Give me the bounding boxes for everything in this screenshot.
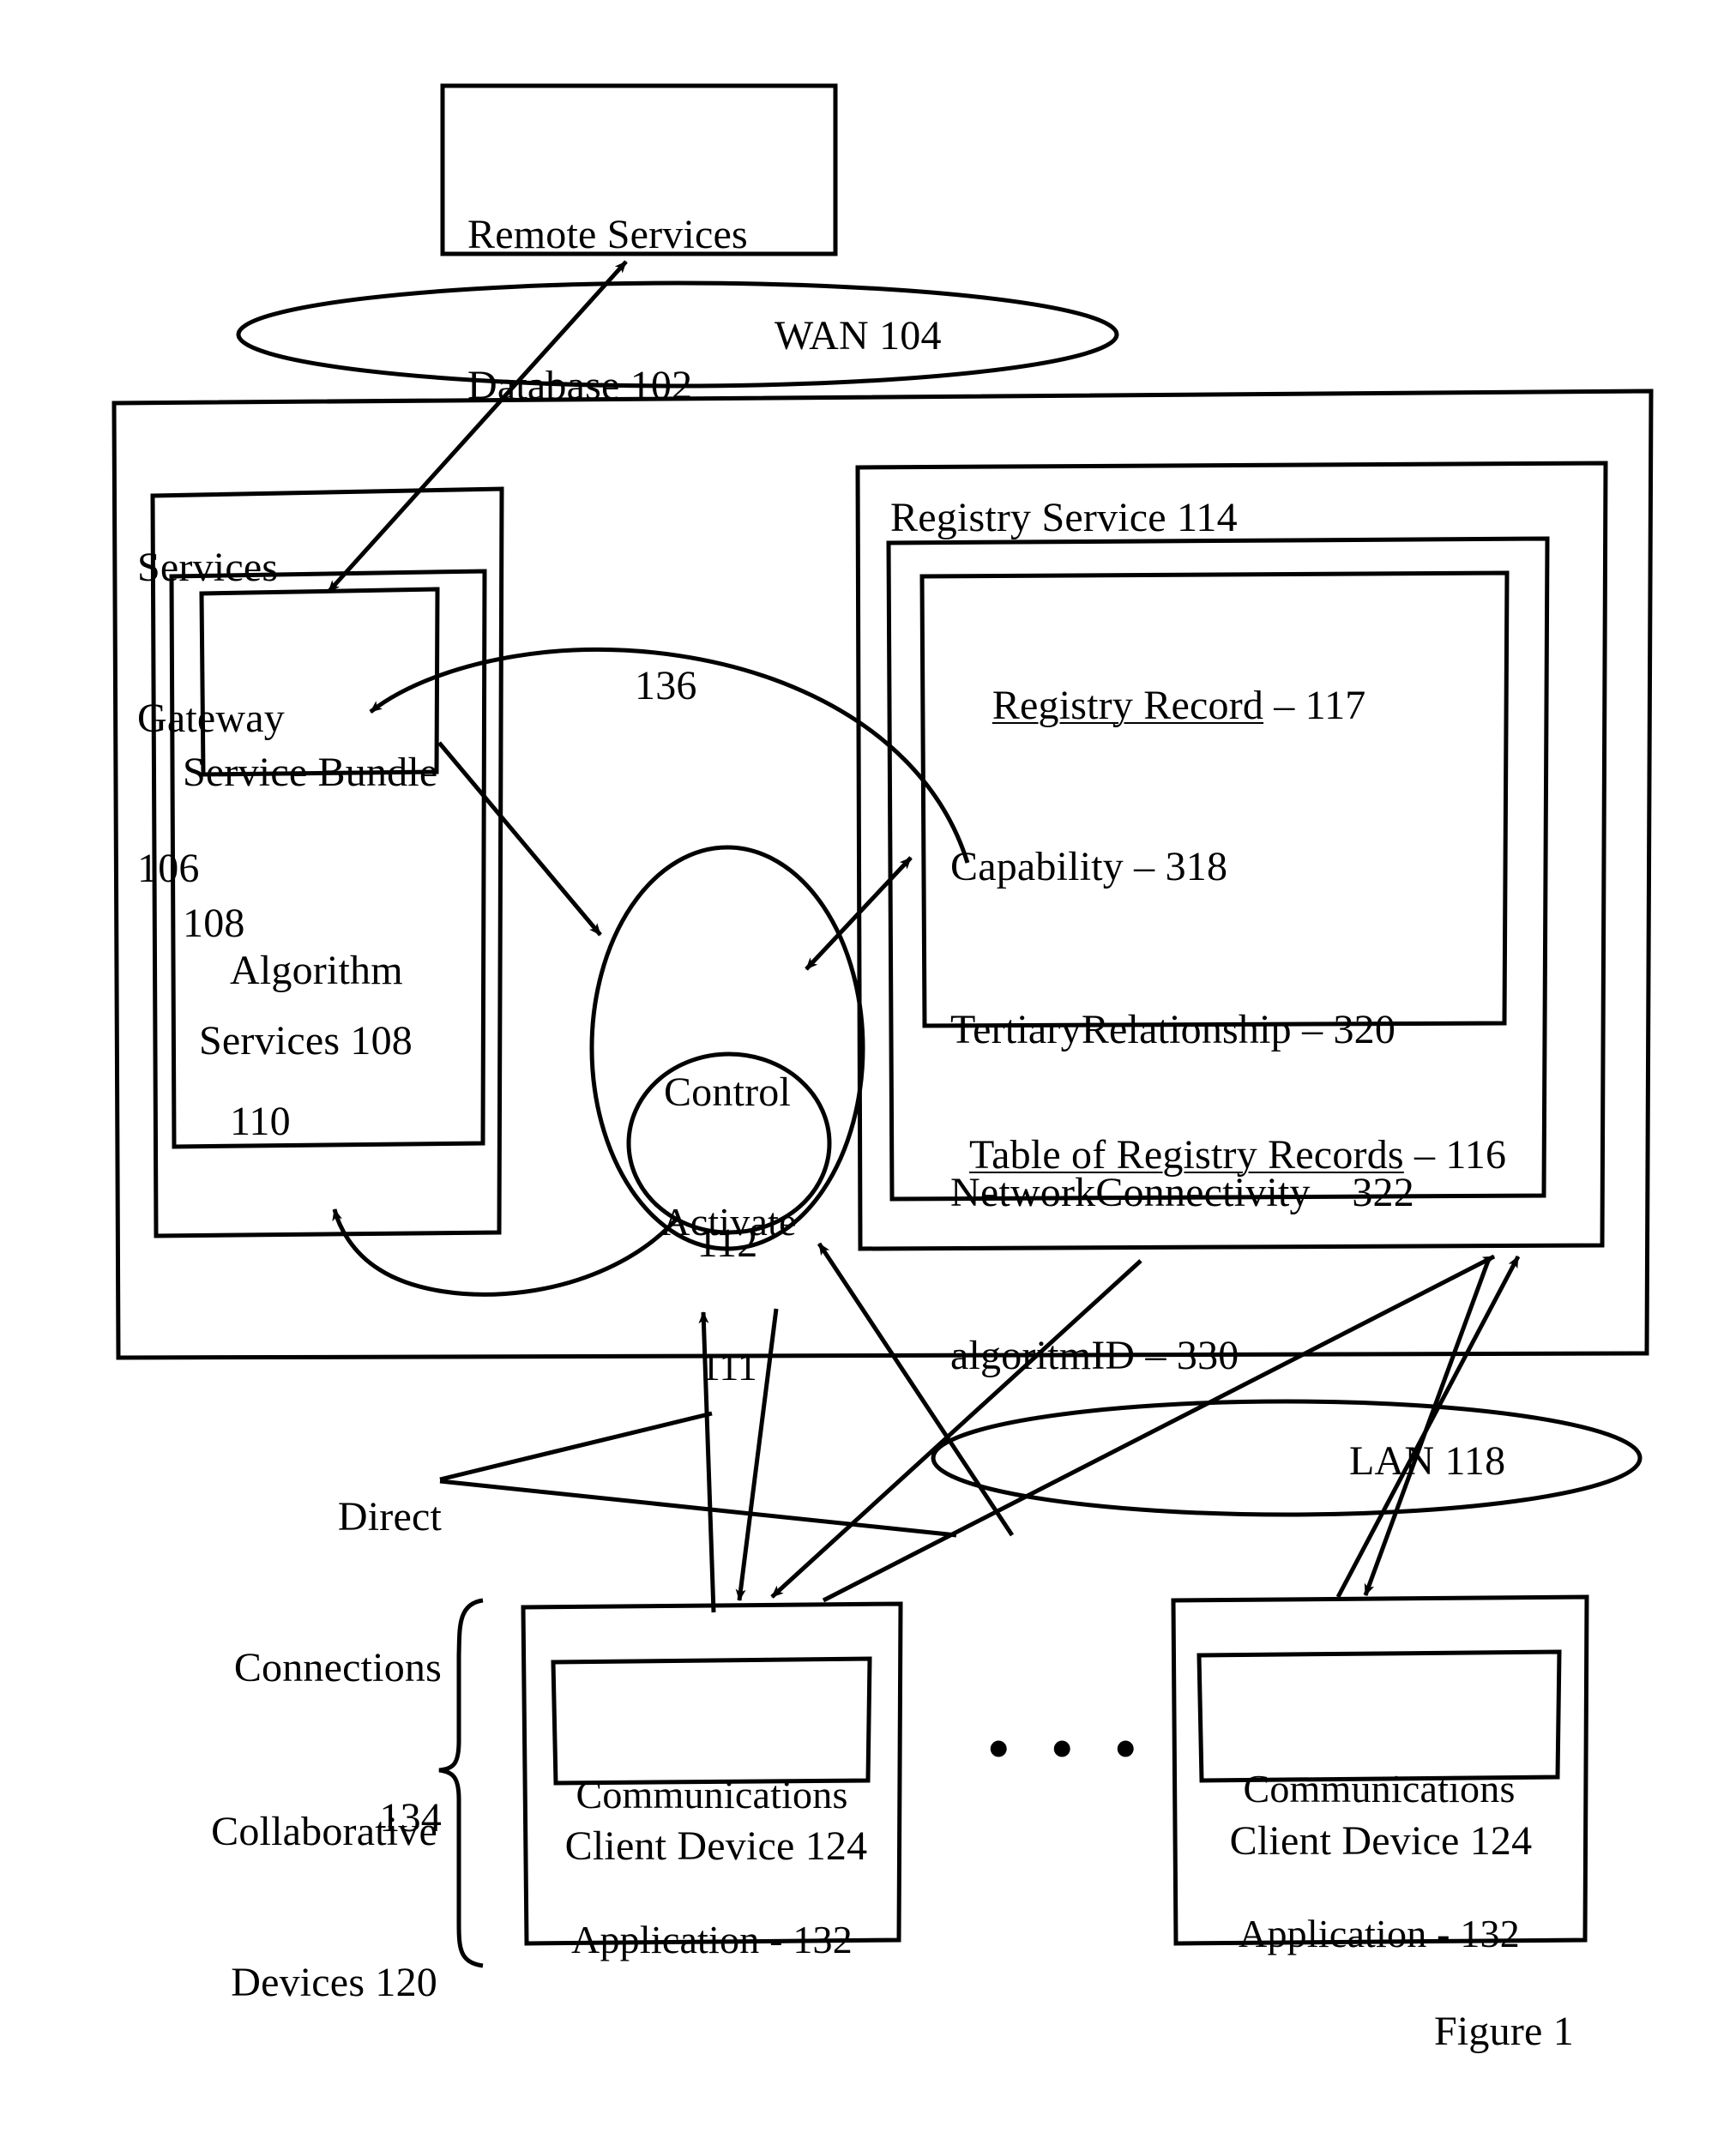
remote-services-database-label: Remote Services Database 102 — [467, 110, 828, 511]
figure-page: Remote Services Database 102 WAN 104 Ser… — [0, 0, 1736, 2151]
registry-field-capability: Capability – 318 — [950, 843, 1228, 889]
direct-connections-line2: Connections — [233, 1644, 442, 1690]
collaborative-devices-line2: Devices 120 — [231, 1959, 437, 2005]
remote-db-line1: Remote Services — [467, 212, 748, 258]
collaborative-devices-line1: Collaborative — [211, 1809, 437, 1855]
table-of-registry-records-text: Table of Registry Records — [968, 1131, 1404, 1178]
wan-label: WAN 104 — [775, 313, 942, 358]
collaborative-devices-brace — [438, 1598, 484, 1968]
service-bundle-line1: Service Bundle — [183, 750, 438, 796]
table-of-registry-records-label: Table of Registry Records – 116 — [928, 1080, 1506, 1231]
lan-label: LAN 118 — [1349, 1438, 1506, 1484]
comm-app-right-line2: Application - 132 — [1239, 1911, 1520, 1955]
algorithm-line1: Algorithm — [230, 948, 403, 994]
link-136-label: 136 — [635, 663, 697, 708]
comm-app-left-line2: Application - 132 — [571, 1917, 853, 1961]
direct-connection-line-lower — [439, 1479, 957, 1538]
registry-service-label: Registry Service 114 — [890, 495, 1238, 540]
algorithm-line2: 110 — [230, 1098, 291, 1144]
comm-app-right-line1: Communications — [1243, 1767, 1516, 1811]
services-inner-label: Services 108 — [199, 1018, 413, 1063]
activate-line2: 111 — [700, 1344, 758, 1389]
client-device-right-label: Client Device 124 — [1229, 1818, 1533, 1864]
registry-field-tertiary-relationship: TertiaryRelationship – 320 — [950, 1006, 1396, 1052]
remote-db-line2: Database 102 — [467, 362, 693, 408]
table-of-registry-records-suffix: – 116 — [1403, 1131, 1507, 1178]
ellipsis-between-devices: • • • — [988, 1716, 1150, 1782]
registry-record-title-suffix: – 117 — [1263, 682, 1366, 728]
collaborative-devices-label: Collaborative Devices 120 — [120, 1707, 437, 2108]
direct-connections-line1: Direct — [337, 1494, 442, 1540]
registry-field-algoritm-id: algoritmID – 330 — [950, 1332, 1239, 1378]
activate-label: Activate 111 — [635, 1102, 823, 1487]
client-device-left-label: Client Device 124 — [564, 1823, 868, 1869]
figure-caption: Figure 1 — [1434, 2009, 1574, 2054]
registry-record-title-text: Registry Record — [992, 682, 1264, 728]
activate-line1: Activate — [661, 1200, 797, 1244]
services-gateway-line1: Services — [137, 545, 279, 591]
comm-app-left-line1: Communications — [576, 1773, 848, 1817]
